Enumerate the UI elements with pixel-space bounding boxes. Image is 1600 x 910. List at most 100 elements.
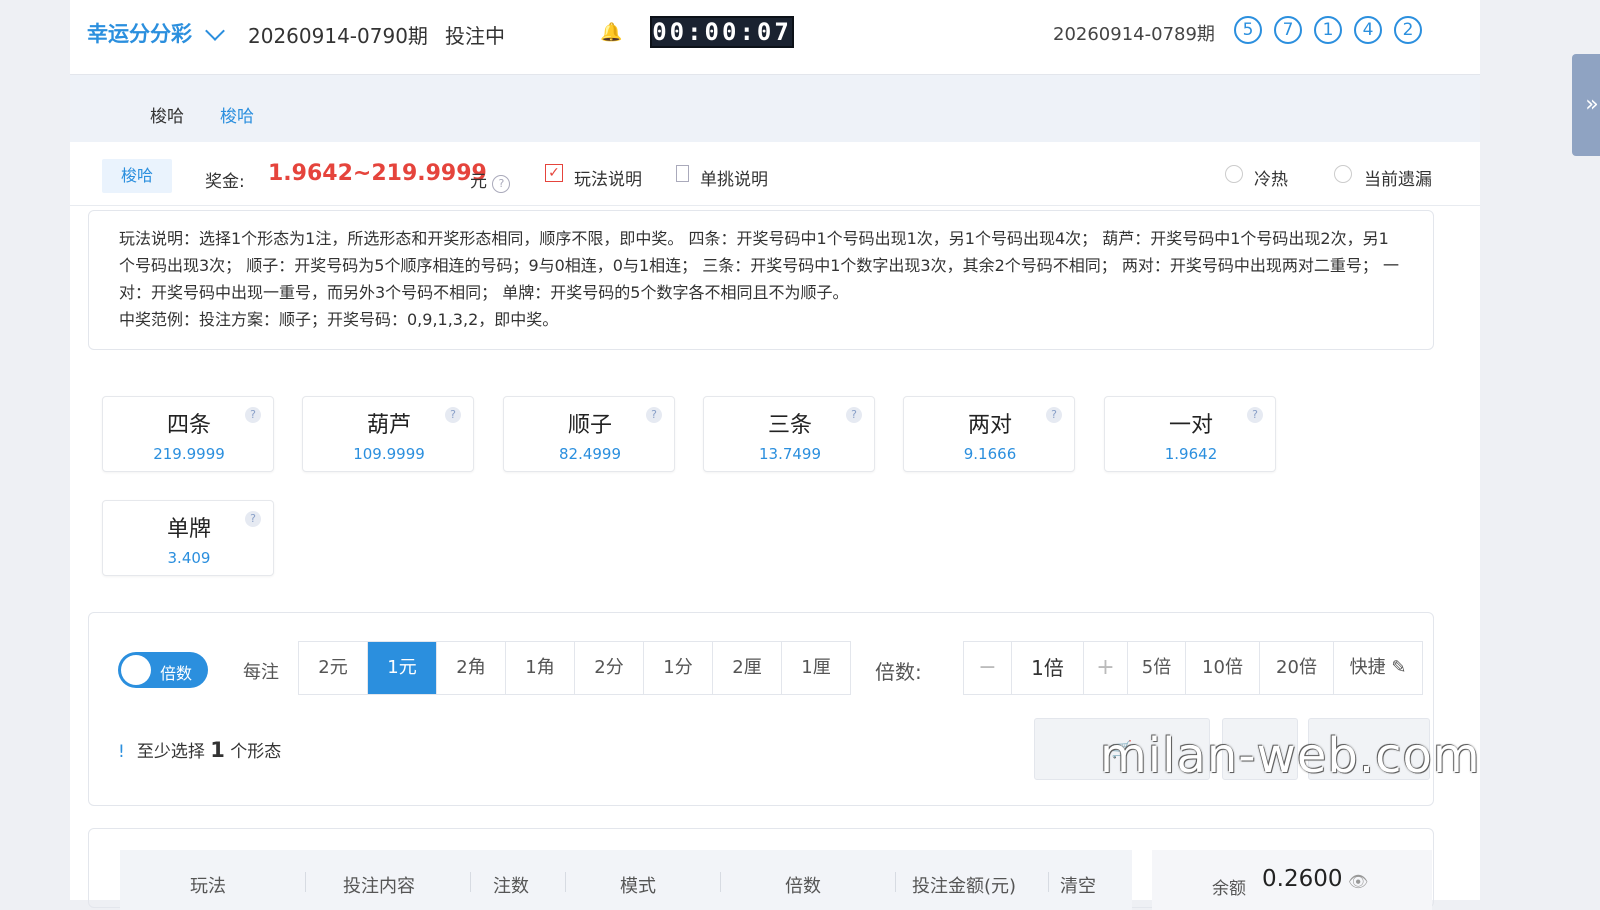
toggle-knob — [121, 655, 151, 685]
option-card-shunzi[interactable]: 顺子 ? 82.4999 — [503, 396, 675, 472]
option-odds: 219.9999 — [153, 445, 225, 463]
col-count: 注数 — [493, 876, 529, 897]
option-card-sitiao[interactable]: 四条 ? 219.9999 — [102, 396, 274, 472]
result-ball: 4 — [1354, 16, 1382, 44]
per-bet-label: 每注 — [243, 662, 279, 683]
unit-option[interactable]: 2分 — [575, 642, 644, 694]
unit-option[interactable]: 1角 — [506, 642, 575, 694]
quick-button[interactable]: 快捷 ✎ — [1334, 642, 1422, 694]
bet-list-header: 玩法 投注内容 注数 模式 倍数 投注金额(元) 清空 — [120, 850, 1132, 910]
option-odds: 82.4999 — [558, 445, 622, 463]
help-icon[interactable]: ? — [245, 407, 261, 423]
solo-rules-link[interactable]: 单挑说明 — [700, 165, 768, 190]
prize-value: 1.9642~219.9999 — [268, 161, 487, 186]
rules-example: 中奖范例：投注方案：顺子；开奖号码：0,9,1,3,2，即中奖。 — [119, 310, 559, 329]
multiplier-input[interactable]: 1倍 — [1012, 642, 1084, 694]
help-icon[interactable]: ? — [245, 511, 261, 527]
option-odds: 3.409 — [167, 549, 211, 567]
bell-icon: 🔔 — [600, 22, 623, 43]
help-icon[interactable]: ? — [846, 407, 862, 423]
option-card-danpai[interactable]: 单牌 ? 3.409 — [102, 500, 274, 576]
col-amount: 投注金额(元) — [912, 876, 1017, 897]
unit-option[interactable]: 2元 — [299, 642, 368, 694]
hint-post: 个形态 — [230, 742, 282, 762]
hotcold-label[interactable]: 冷热 — [1254, 165, 1288, 190]
play-pill[interactable]: 梭哈 — [102, 159, 172, 193]
edit-icon: ✎ — [1391, 657, 1407, 678]
betting-status: 投注中 — [445, 24, 505, 48]
col-multiplier: 倍数 — [785, 876, 821, 897]
missing-radio[interactable] — [1334, 165, 1352, 183]
preset-multiplier[interactable]: 10倍 — [1186, 642, 1260, 694]
col-content: 投注内容 — [343, 876, 415, 897]
help-icon[interactable]: ? — [646, 407, 662, 423]
tab-suoha[interactable]: 梭哈 — [220, 102, 254, 127]
chevron-down-icon[interactable] — [205, 21, 225, 41]
balance-value: 0.2600 — [1262, 866, 1343, 892]
col-play: 玩法 — [190, 876, 226, 897]
option-odds: 13.7499 — [758, 445, 822, 463]
option-odds: 1.9642 — [1164, 445, 1218, 463]
rule-bar: 梭哈 奖金: 1.9642~219.9999 元 ? ✓ 玩法说明 单挑说明 冷… — [70, 143, 1480, 206]
preset-multiplier[interactable]: 5倍 — [1128, 642, 1186, 694]
col-mode: 模式 — [620, 876, 656, 897]
rules-checkbox[interactable]: ✓ — [545, 164, 563, 182]
document-icon — [676, 165, 689, 182]
option-odds: 9.1666 — [963, 445, 1017, 463]
unit-option[interactable]: 2厘 — [713, 642, 782, 694]
play-type-nav: 梭哈 梭哈 — [70, 75, 1480, 142]
balance-panel: 余额 0.2600 👁 — [1152, 850, 1432, 910]
option-card-hulu[interactable]: 葫芦 ? 109.9999 — [302, 396, 474, 472]
balance-label: 余额 — [1212, 879, 1246, 899]
rules-label[interactable]: 玩法说明 — [574, 165, 642, 190]
header-bar: 幸运分分彩 20260914-0790期 投注中 🔔 00:00:07 2026… — [70, 0, 1480, 75]
option-card-santiao[interactable]: 三条 ? 13.7499 — [703, 396, 875, 472]
unit-option-active[interactable]: 1元 — [368, 642, 437, 694]
minus-button[interactable]: − — [964, 642, 1012, 694]
multiplier-label: 倍数: — [875, 660, 922, 684]
watermark: milan-web.com — [1100, 728, 1481, 784]
result-ball: 7 — [1274, 16, 1302, 44]
missing-label[interactable]: 当前遗漏 — [1364, 165, 1432, 190]
unit-option[interactable]: 1厘 — [782, 642, 850, 694]
col-divider — [720, 872, 721, 892]
quick-label: 快捷 — [1349, 657, 1386, 678]
hotcold-radio[interactable] — [1225, 165, 1243, 183]
result-ball: 2 — [1394, 16, 1422, 44]
tab-suoha-group[interactable]: 梭哈 — [150, 102, 184, 127]
eye-icon[interactable]: 👁 — [1348, 872, 1368, 891]
help-icon[interactable]: ? — [1046, 407, 1062, 423]
result-ball: 5 — [1234, 16, 1262, 44]
help-icon[interactable]: ? — [492, 175, 511, 193]
clear-button[interactable]: 清空 — [1060, 872, 1096, 898]
plus-button[interactable]: + — [1084, 642, 1128, 694]
multiplier-toggle[interactable]: 倍数 — [118, 652, 208, 688]
help-icon[interactable]: ? — [445, 407, 461, 423]
prize-unit: 元 ? — [470, 167, 511, 193]
unit-option[interactable]: 2角 — [437, 642, 506, 694]
current-issue: 20260914-0790期 — [248, 24, 428, 48]
col-divider — [565, 872, 566, 892]
prize-label: 奖金: — [205, 172, 245, 192]
multiplier-control: − 1倍 + 5倍 10倍 20倍 快捷 ✎ — [963, 641, 1423, 695]
previous-issue: 20260914-0789期 — [1053, 24, 1215, 45]
hint-count: 1 — [210, 738, 225, 762]
toggle-label: 倍数 — [160, 664, 193, 683]
lottery-selector[interactable]: 幸运分分彩 — [87, 18, 192, 48]
countdown-timer: 00:00:07 — [650, 16, 794, 48]
option-card-yidui[interactable]: 一对 ? 1.9642 — [1104, 396, 1276, 472]
preset-multiplier[interactable]: 20倍 — [1260, 642, 1334, 694]
col-divider — [470, 872, 471, 892]
selection-hint: ! 至少选择 1 个形态 — [118, 737, 281, 762]
col-divider — [305, 872, 306, 892]
option-card-liangdui[interactable]: 两对 ? 9.1666 — [903, 396, 1075, 472]
result-ball: 1 — [1314, 16, 1342, 44]
side-drawer-toggle[interactable]: » — [1572, 54, 1600, 156]
unit-option[interactable]: 1分 — [644, 642, 713, 694]
rules-text: 玩法说明：选择1个形态为1注，所选形态和开奖形态相同，顺序不限，即中奖。 四条：… — [119, 229, 1399, 302]
unit-selector: 2元 1元 2角 1角 2分 1分 2厘 1厘 — [298, 641, 851, 695]
draw-result: 5 7 1 4 2 — [1234, 16, 1434, 44]
help-icon[interactable]: ? — [1247, 407, 1263, 423]
info-icon: ! — [118, 742, 125, 762]
rules-description: 玩法说明：选择1个形态为1注，所选形态和开奖形态相同，顺序不限，即中奖。 四条：… — [88, 210, 1434, 350]
